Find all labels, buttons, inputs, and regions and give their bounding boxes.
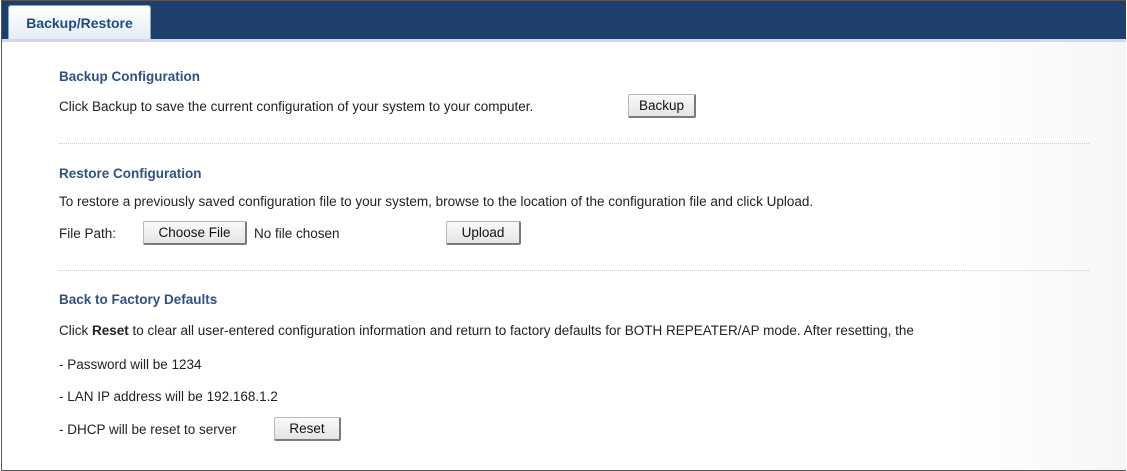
- factory-description: Click Reset to clear all user-entered co…: [59, 323, 914, 338]
- section-divider: [59, 143, 1089, 145]
- content-area: Backup Configuration Click Backup to sav…: [2, 42, 1126, 470]
- factory-desc-post: to clear all user-entered configuration …: [128, 323, 914, 338]
- page-frame: Backup/Restore Backup Configuration Clic…: [1, 0, 1126, 471]
- factory-section-title: Back to Factory Defaults: [59, 292, 218, 307]
- section-divider: [59, 270, 1089, 272]
- tab-backup-restore[interactable]: Backup/Restore: [8, 5, 151, 39]
- backup-description: Click Backup to save the current configu…: [59, 99, 534, 114]
- restore-section-title: Restore Configuration: [59, 166, 202, 181]
- dhcp-info: - DHCP will be reset to server: [59, 422, 237, 437]
- factory-desc-pre: Click: [59, 323, 92, 338]
- choose-file-button[interactable]: Choose File: [143, 221, 247, 245]
- backup-button[interactable]: Backup: [628, 94, 696, 118]
- file-status: No file chosen: [254, 226, 340, 241]
- restore-description: To restore a previously saved configurat…: [59, 194, 814, 209]
- backup-section-title: Backup Configuration: [59, 69, 200, 84]
- password-info: - Password will be 1234: [59, 357, 202, 372]
- reset-button[interactable]: Reset: [274, 417, 341, 441]
- lan-ip-info: - LAN IP address will be 192.168.1.2: [59, 389, 278, 404]
- upload-button[interactable]: Upload: [446, 221, 521, 245]
- factory-desc-reset-word: Reset: [92, 323, 129, 338]
- tab-bar: Backup/Restore: [2, 1, 1126, 42]
- file-path-label: File Path:: [59, 226, 117, 241]
